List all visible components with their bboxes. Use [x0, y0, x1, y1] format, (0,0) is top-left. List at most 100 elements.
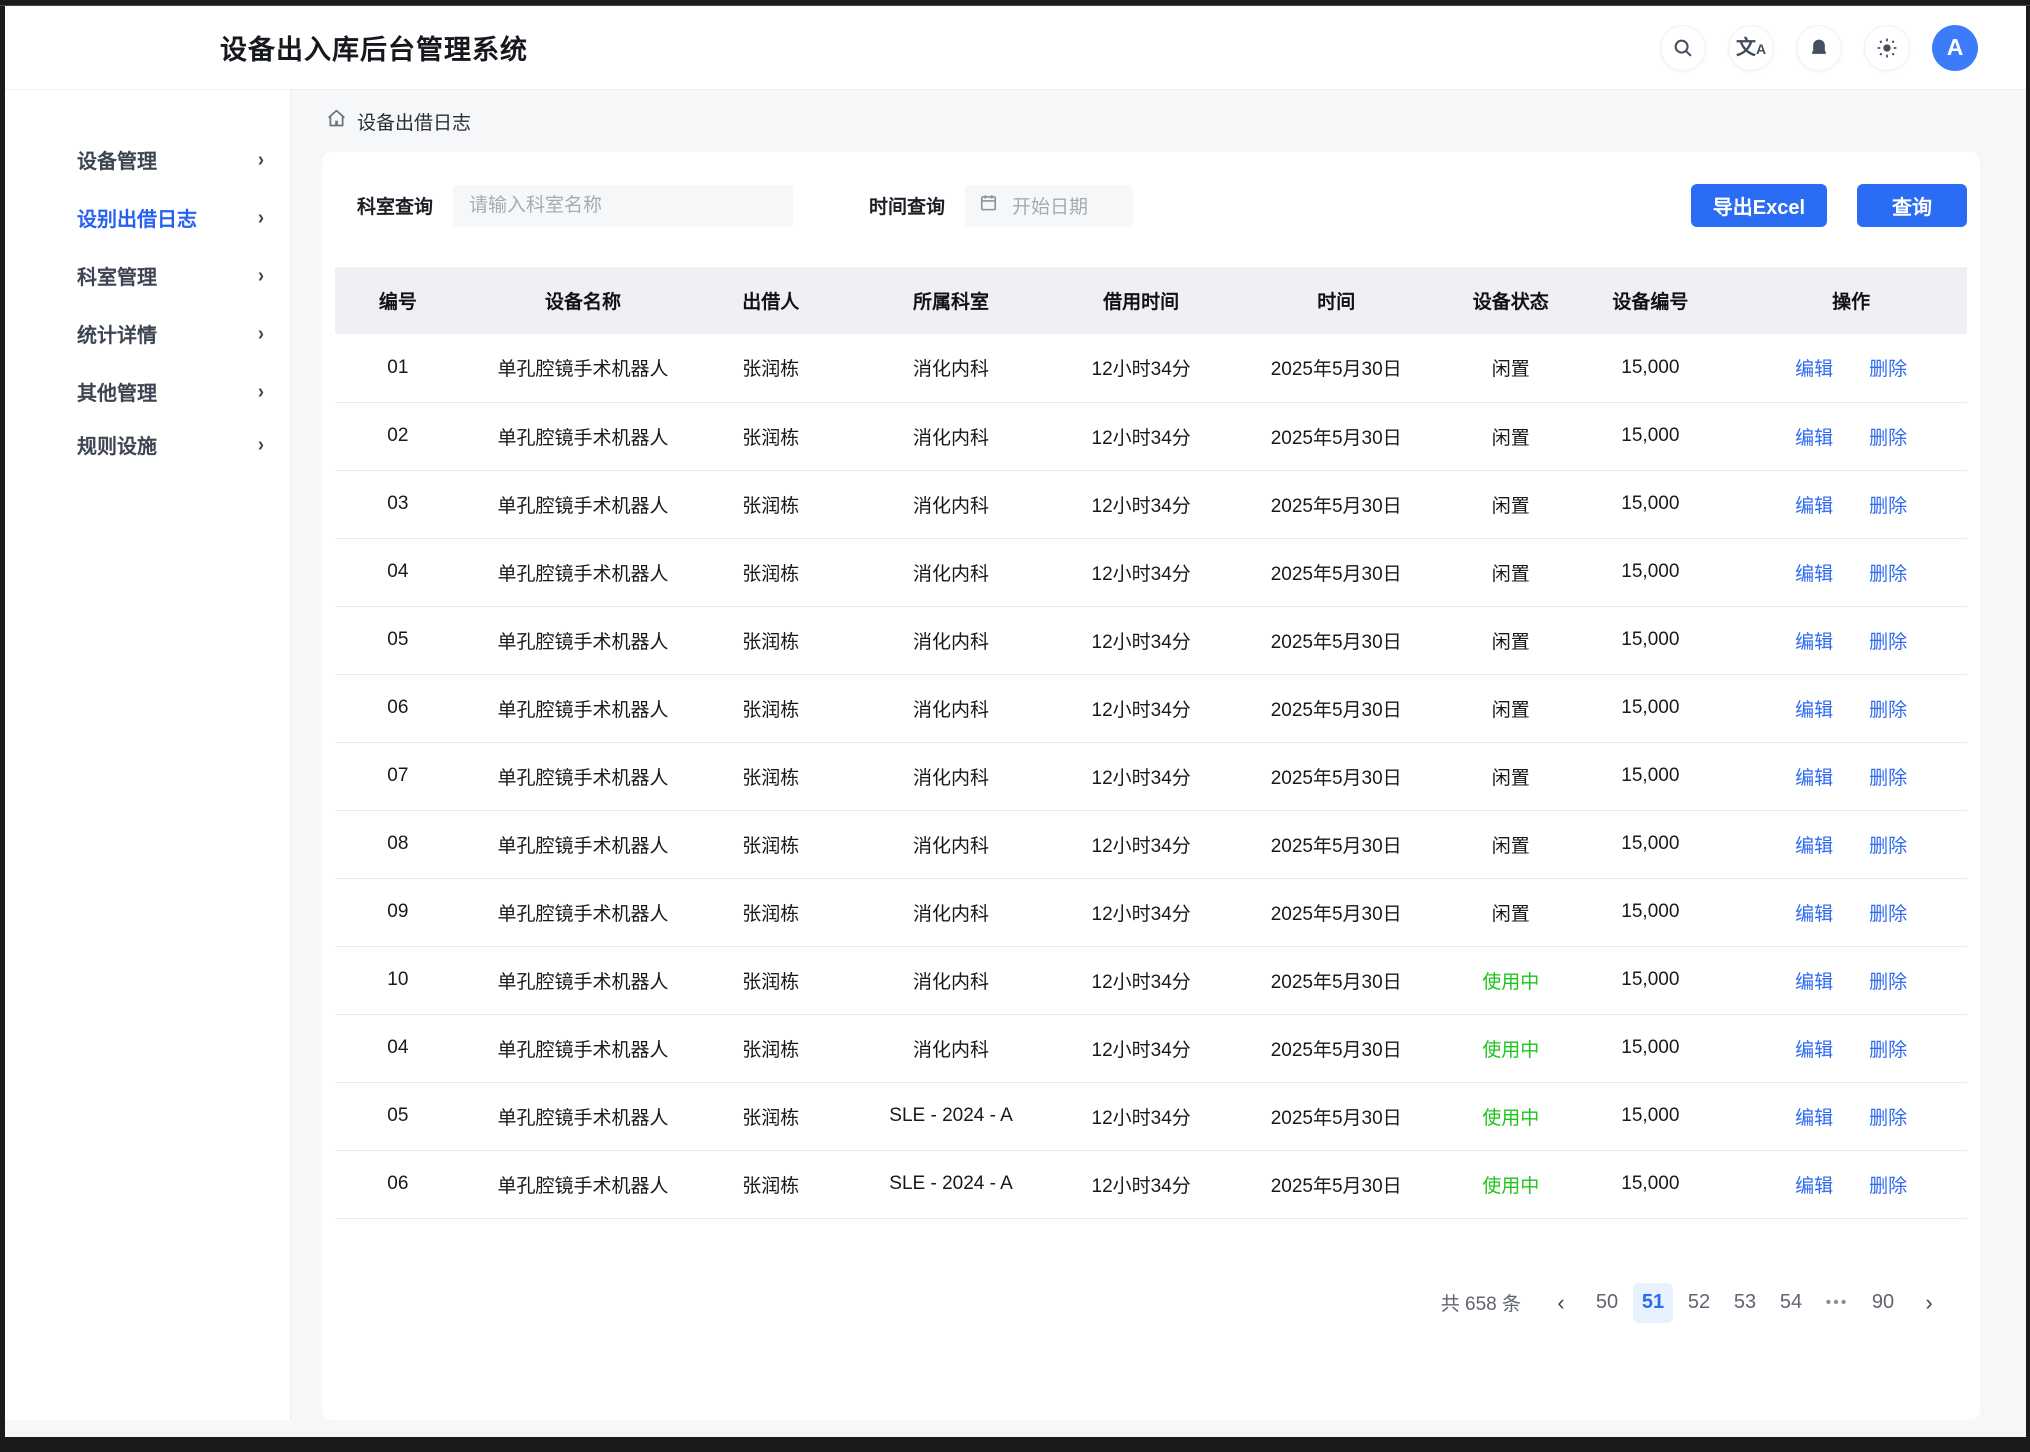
edit-link[interactable]: 编辑 [1795, 768, 1833, 789]
sidebar-item-label: 科室管理 [77, 261, 157, 290]
page-button-52[interactable]: 52 [1679, 1283, 1719, 1323]
page-title: 设备出入库后台管理系统 [220, 28, 528, 67]
delete-link[interactable]: 删除 [1869, 564, 1907, 585]
borrow-duration: 12小时34分 [1066, 606, 1216, 674]
translate-button[interactable]: 文A [1728, 25, 1774, 71]
device-name: 单孔腔镜手术机器人 [461, 402, 706, 470]
delete-link[interactable]: 删除 [1869, 1108, 1907, 1129]
department: 消化内科 [836, 674, 1066, 742]
edit-link[interactable]: 编辑 [1795, 1040, 1833, 1061]
borrow-duration: 12小时34分 [1066, 538, 1216, 606]
row-actions: 编辑 删除 [1735, 402, 1967, 470]
search-icon [1672, 37, 1694, 59]
borrower: 张润栋 [705, 470, 836, 538]
edit-link[interactable]: 编辑 [1795, 428, 1833, 449]
device-number: 15,000 [1565, 674, 1735, 742]
page-button-53[interactable]: 53 [1725, 1283, 1765, 1323]
content-card: 科室查询 时间查询 开始日期 [322, 152, 1980, 1420]
export-excel-button[interactable]: 导出Excel [1691, 184, 1827, 227]
dept-search-input[interactable] [453, 185, 793, 227]
edit-link[interactable]: 编辑 [1795, 972, 1833, 993]
table-row: 04单孔腔镜手术机器人张润栋消化内科12小时34分2025年5月30日闲置15,… [335, 538, 1967, 606]
borrow-date: 2025年5月30日 [1216, 334, 1456, 402]
device-name: 单孔腔镜手术机器人 [461, 1082, 706, 1150]
page-button-90[interactable]: 90 [1863, 1283, 1903, 1323]
borrow-date: 2025年5月30日 [1216, 810, 1456, 878]
delete-link[interactable]: 删除 [1869, 1040, 1907, 1061]
notifications-button[interactable] [1796, 25, 1842, 71]
borrow-date: 2025年5月30日 [1216, 402, 1456, 470]
search-button[interactable] [1660, 25, 1706, 71]
sidebar-item-4[interactable]: 统计详情› [5, 304, 290, 362]
table-row: 07单孔腔镜手术机器人张润栋消化内科12小时34分2025年5月30日闲置15,… [335, 742, 1967, 810]
table-head: 编号设备名称出借人所属科室借用时间时间设备状态设备编号操作 [335, 267, 1967, 334]
borrow-date: 2025年5月30日 [1216, 470, 1456, 538]
row-actions: 编辑 删除 [1735, 1150, 1967, 1218]
delete-link[interactable]: 删除 [1869, 428, 1907, 449]
edit-link[interactable]: 编辑 [1795, 1108, 1833, 1129]
borrower: 张润栋 [705, 1082, 836, 1150]
edit-link[interactable]: 编辑 [1795, 564, 1833, 585]
status-badge: 闲置 [1456, 470, 1565, 538]
delete-link[interactable]: 删除 [1869, 836, 1907, 857]
edit-link[interactable]: 编辑 [1795, 904, 1833, 925]
edit-link[interactable]: 编辑 [1795, 359, 1833, 380]
delete-link[interactable]: 删除 [1869, 700, 1907, 721]
theme-button[interactable] [1864, 25, 1910, 71]
borrow-duration: 12小时34分 [1066, 334, 1216, 402]
start-date-picker[interactable]: 开始日期 [965, 185, 1133, 227]
status-badge: 使用中 [1456, 1014, 1565, 1082]
sidebar-item-5[interactable]: 其他管理› [5, 362, 290, 420]
borrower: 张润栋 [705, 946, 836, 1014]
sidebar-item-label: 其他管理 [77, 377, 157, 406]
page-button-54[interactable]: 54 [1771, 1283, 1811, 1323]
table-row: 04单孔腔镜手术机器人张润栋消化内科12小时34分2025年5月30日使用中15… [335, 1014, 1967, 1082]
sidebar: 设备管理›设别出借日志›科室管理›统计详情›其他管理›规则设施› [5, 90, 291, 1420]
filter-bar: 科室查询 时间查询 开始日期 [335, 178, 1967, 227]
device-name: 单孔腔镜手术机器人 [461, 810, 706, 878]
edit-link[interactable]: 编辑 [1795, 1176, 1833, 1197]
edit-link[interactable]: 编辑 [1795, 836, 1833, 857]
edit-link[interactable]: 编辑 [1795, 632, 1833, 653]
sidebar-item-2[interactable]: 设别出借日志› [5, 188, 290, 246]
page-button-50[interactable]: 50 [1587, 1283, 1627, 1323]
column-header: 设备名称 [461, 267, 706, 334]
table-row: 10单孔腔镜手术机器人张润栋消化内科12小时34分2025年5月30日使用中15… [335, 946, 1967, 1014]
row-id: 05 [335, 1082, 461, 1150]
status-badge: 闲置 [1456, 402, 1565, 470]
delete-link[interactable]: 删除 [1869, 632, 1907, 653]
prev-page-button[interactable]: ‹ [1541, 1283, 1581, 1323]
edit-link[interactable]: 编辑 [1795, 700, 1833, 721]
status-badge: 闲置 [1456, 334, 1565, 402]
device-name: 单孔腔镜手术机器人 [461, 742, 706, 810]
sidebar-item-label: 设别出借日志 [77, 203, 197, 232]
user-avatar[interactable]: A [1932, 25, 1978, 71]
delete-link[interactable]: 删除 [1869, 768, 1907, 789]
sidebar-item-6[interactable]: 规则设施› [5, 420, 290, 468]
notification-bell-icon [1809, 37, 1829, 59]
device-name: 单孔腔镜手术机器人 [461, 878, 706, 946]
borrow-duration: 12小时34分 [1066, 946, 1216, 1014]
row-id: 02 [335, 402, 461, 470]
row-id: 05 [335, 606, 461, 674]
page-list: 5051525354•••90 [1587, 1283, 1903, 1323]
delete-link[interactable]: 删除 [1869, 359, 1907, 380]
row-id: 06 [335, 1150, 461, 1218]
row-id: 10 [335, 946, 461, 1014]
sidebar-item-3[interactable]: 科室管理› [5, 246, 290, 304]
delete-link[interactable]: 删除 [1869, 1176, 1907, 1197]
page-button-51[interactable]: 51 [1633, 1283, 1673, 1323]
device-name: 单孔腔镜手术机器人 [461, 674, 706, 742]
sidebar-item-1[interactable]: 设备管理› [5, 130, 290, 188]
query-button[interactable]: 查询 [1857, 184, 1967, 227]
table-row: 08单孔腔镜手术机器人张润栋消化内科12小时34分2025年5月30日闲置15,… [335, 810, 1967, 878]
edit-link[interactable]: 编辑 [1795, 496, 1833, 517]
delete-link[interactable]: 删除 [1869, 972, 1907, 993]
borrow-duration: 12小时34分 [1066, 878, 1216, 946]
borrower: 张润栋 [705, 810, 836, 878]
delete-link[interactable]: 删除 [1869, 496, 1907, 517]
department: 消化内科 [836, 334, 1066, 402]
department: SLE - 2024 - A [836, 1082, 1066, 1150]
delete-link[interactable]: 删除 [1869, 904, 1907, 925]
next-page-button[interactable]: › [1909, 1283, 1949, 1323]
